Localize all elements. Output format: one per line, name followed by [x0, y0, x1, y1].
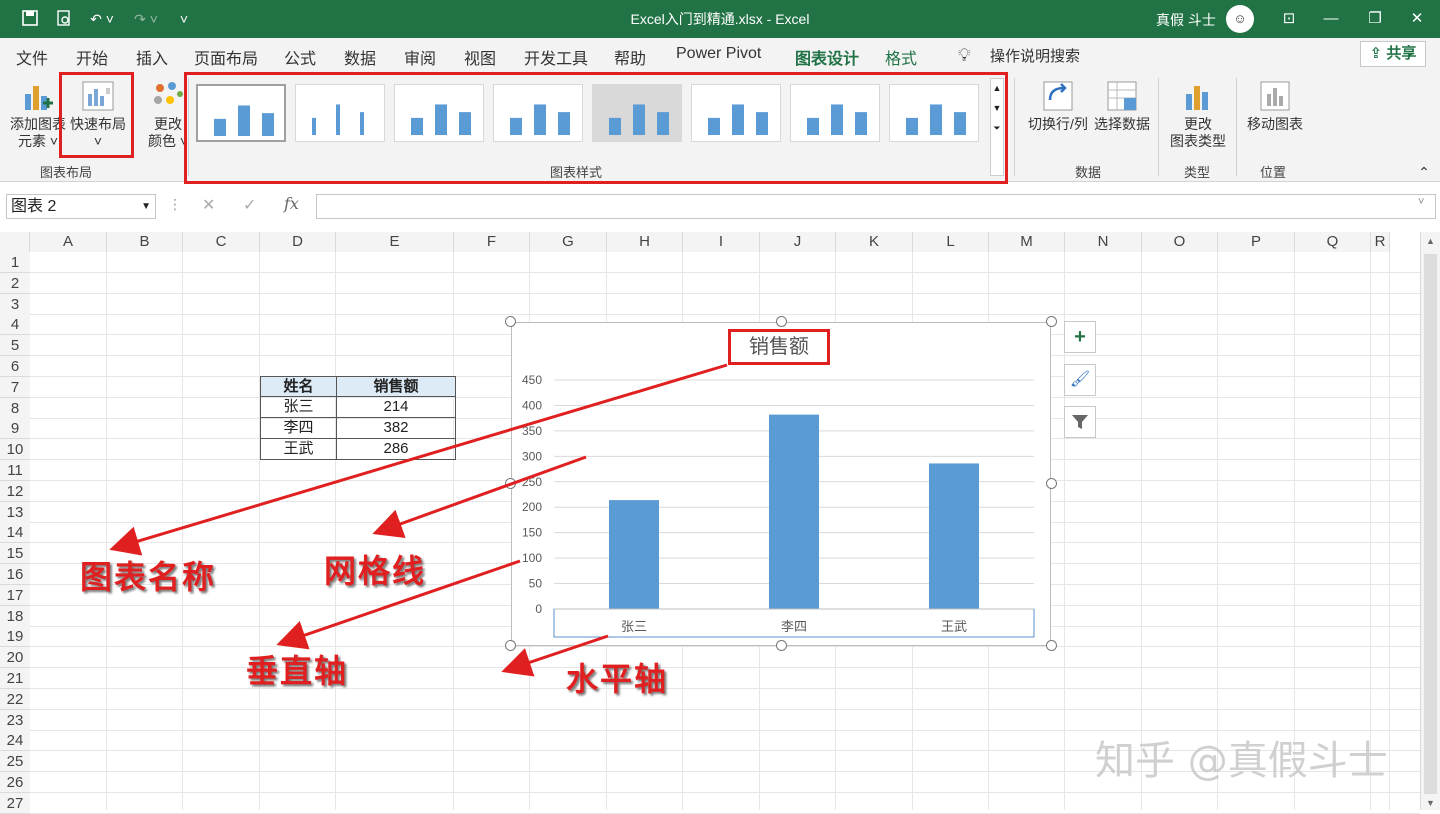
scroll-thumb[interactable]	[1424, 254, 1437, 794]
annotation-gridlines: 网格线	[324, 552, 427, 590]
vertical-scrollbar[interactable]: ▲ ▼	[1420, 232, 1440, 810]
annotation-horizontal-axis: 水平轴	[566, 660, 669, 698]
annotation-vertical-axis: 垂直轴	[246, 652, 349, 690]
watermark: 知乎 @真假斗士	[1095, 738, 1388, 784]
scroll-down-icon[interactable]: ▼	[1421, 798, 1440, 808]
scroll-up-icon[interactable]: ▲	[1421, 236, 1440, 246]
arrow-title	[109, 363, 728, 556]
annotation-arrows	[109, 363, 728, 677]
arrow-grid	[372, 455, 587, 538]
annotation-chart-title: 图表名称	[80, 558, 217, 596]
